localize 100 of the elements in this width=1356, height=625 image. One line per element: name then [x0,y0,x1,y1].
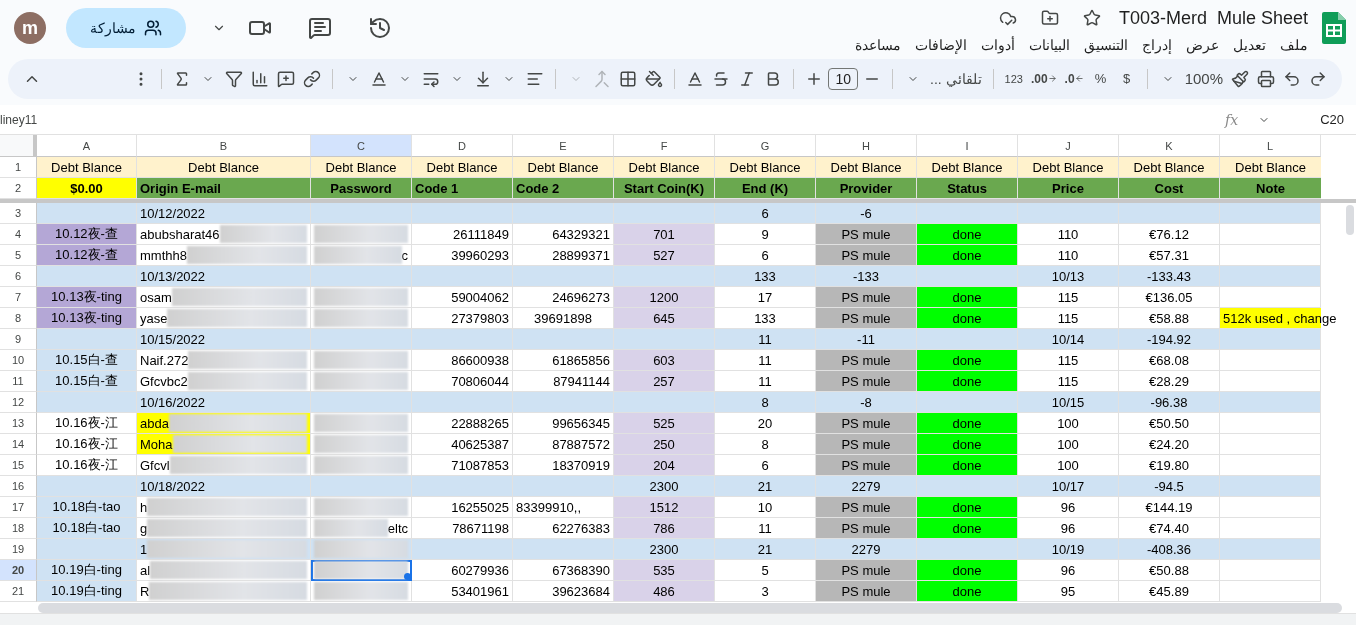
row-header[interactable]: 16 [0,476,37,498]
row-header[interactable]: 9 [0,329,37,351]
cell-text: 204 [653,457,675,473]
formula-content[interactable]: liney11 [0,112,38,127]
account-avatar[interactable]: m [14,12,46,45]
cell-text: 61865856 [552,352,610,368]
row-header[interactable]: 15 [0,455,37,477]
menu-item[interactable]: مساعدة [855,37,901,54]
menu-item[interactable]: أدوات [981,37,1015,54]
font-select[interactable]: تلقائي ... [927,64,985,93]
row-header[interactable]: 12 [0,392,37,414]
cell-text: 60279936 [451,562,509,578]
cell-text: 40625387 [451,436,509,452]
cell-text: PS mule [841,289,891,305]
cell-text: €58.88 [1149,310,1189,326]
increase-decimal-button[interactable]: .00 [1027,64,1060,93]
cell-text: done [952,562,982,578]
row-header[interactable]: 10 [0,350,37,372]
menu-item[interactable]: الإضافات [915,37,967,54]
row-header[interactable]: 11 [0,371,37,393]
fill-handle[interactable] [404,573,411,581]
cell-text: done [952,310,982,326]
row-header[interactable]: 20 [0,560,37,582]
menu-item[interactable]: إدراج [1142,37,1172,54]
cell-text: 115 [1057,373,1079,389]
vertical-scrollbar[interactable] [1346,205,1354,236]
horizontal-scrollbar[interactable] [38,603,1342,614]
cell-text: 115 [1057,352,1079,368]
decrease-decimal-button[interactable]: .0 [1061,64,1087,93]
menu-item[interactable]: البيانات [1029,37,1070,54]
column-header[interactable]: B [137,135,311,158]
people-icon [144,19,162,38]
column-header[interactable]: C [311,135,412,158]
column-header[interactable]: J [1018,135,1119,158]
cell-text: 10.13夜-ting [51,288,122,307]
column-header[interactable]: G [715,135,816,158]
cell-text: c [401,247,408,263]
column-header[interactable]: K [1119,135,1220,158]
row-header[interactable]: 4 [0,224,37,246]
cell-text: 10/13 [1051,268,1085,284]
cell-text: -133.43 [1146,268,1192,284]
cell-text: 83399910,, [516,499,582,515]
cell-text: 2300 [649,478,679,494]
row-header[interactable]: 3 [0,203,37,225]
column-header[interactable]: F [614,135,715,158]
column-header[interactable]: H [816,135,917,158]
cell-text: 95 [1060,583,1076,599]
font-size-field[interactable]: 10 [828,67,858,90]
number-format-button[interactable]: 123 [1001,64,1026,93]
cell-text: 22888265 [451,415,509,431]
percent-button[interactable]: % [1088,64,1113,93]
row-header[interactable]: 8 [0,308,37,330]
column-header[interactable]: E [513,135,614,158]
column-header[interactable]: D [412,135,513,158]
row-header[interactable]: 2 [0,178,37,200]
menu-item[interactable]: عرض [1186,37,1219,54]
cell-text: 27379803 [451,310,509,326]
sheets-logo[interactable] [1322,12,1346,45]
cell-text: 2279 [851,541,881,557]
document-title[interactable]: T003-Merd Mule Sheet [1118,7,1308,29]
cell-text: -194.92 [1146,331,1192,347]
row-header[interactable]: 1 [0,157,37,179]
cell-text: done [952,373,982,389]
cell-text: 39691898 [534,310,592,326]
column-header[interactable]: A [37,135,137,158]
cell-text: 6 [761,247,769,263]
zoom-select[interactable]: 100% [1181,64,1226,93]
cell-text: Debt Blance [830,159,902,175]
cell-text: Debt Blance [527,159,599,175]
cell-text: PS mule [841,352,891,368]
cell-text: Status [947,180,987,196]
row-header[interactable]: 21 [0,581,37,603]
cell-text: 39960293 [451,247,509,263]
row-header[interactable]: 17 [0,497,37,519]
menu-item[interactable]: ملف [1280,37,1308,54]
row-header[interactable]: 5 [0,245,37,267]
row-header[interactable]: 6 [0,266,37,288]
cell-text: osam [140,289,172,305]
column-header[interactable]: I [917,135,1018,158]
row-header[interactable]: 19 [0,539,37,561]
menu-item[interactable]: التنسيق [1084,37,1128,54]
row-header[interactable]: 13 [0,413,37,435]
cell-text: €19.80 [1149,457,1189,473]
cell-text: -96.38 [1150,394,1188,410]
row-header[interactable]: 7 [0,287,37,309]
cell-text: PS mule [841,520,891,536]
name-box[interactable]: C20 [1320,112,1344,127]
row-header[interactable]: 18 [0,518,37,540]
share-button[interactable]: مشاركة [66,8,186,49]
cell-text: Code 2 [516,180,560,196]
column-header[interactable]: L [1220,135,1321,158]
row-header[interactable]: 14 [0,434,37,456]
cell-text: 20 [757,415,773,431]
cell-text: 70806044 [451,373,509,389]
menu-item[interactable]: تعديل [1233,37,1266,54]
currency-button[interactable]: $ [1114,64,1139,93]
cell-text: 86600938 [451,352,509,368]
cell-text: 16255025 [451,499,509,515]
cell-text: Code 1 [415,180,459,196]
cell-text: 21 [757,541,773,557]
